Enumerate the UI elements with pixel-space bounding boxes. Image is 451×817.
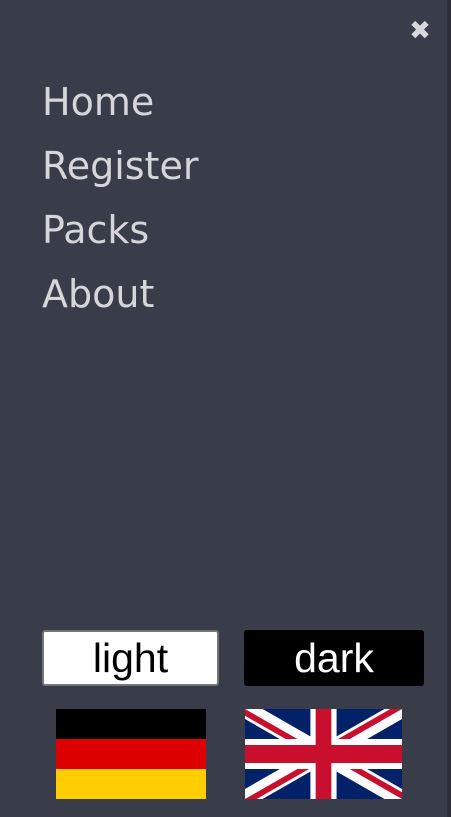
close-icon[interactable]: ✖: [405, 16, 435, 46]
flag-germany-icon: [56, 709, 206, 799]
light-theme-button[interactable]: light: [42, 630, 219, 686]
nav-link-about[interactable]: About: [42, 265, 198, 329]
nav-link-packs[interactable]: Packs: [42, 201, 198, 265]
nav-item-packs: Packs: [42, 201, 198, 265]
nav-menu: Home Register Packs About: [42, 73, 198, 329]
nav-item-home: Home: [42, 73, 198, 137]
flag-united-kingdom-icon: [245, 709, 402, 799]
dark-theme-button[interactable]: dark: [244, 630, 424, 686]
nav-item-register: Register: [42, 137, 198, 201]
nav-link-home[interactable]: Home: [42, 73, 198, 137]
side-menu-panel: ✖ Home Register Packs About light dark: [0, 0, 451, 817]
panel-edge: [447, 0, 451, 817]
nav-link-register[interactable]: Register: [42, 137, 198, 201]
language-german-button[interactable]: [56, 709, 206, 799]
nav-item-about: About: [42, 265, 198, 329]
language-english-button[interactable]: [245, 709, 402, 799]
